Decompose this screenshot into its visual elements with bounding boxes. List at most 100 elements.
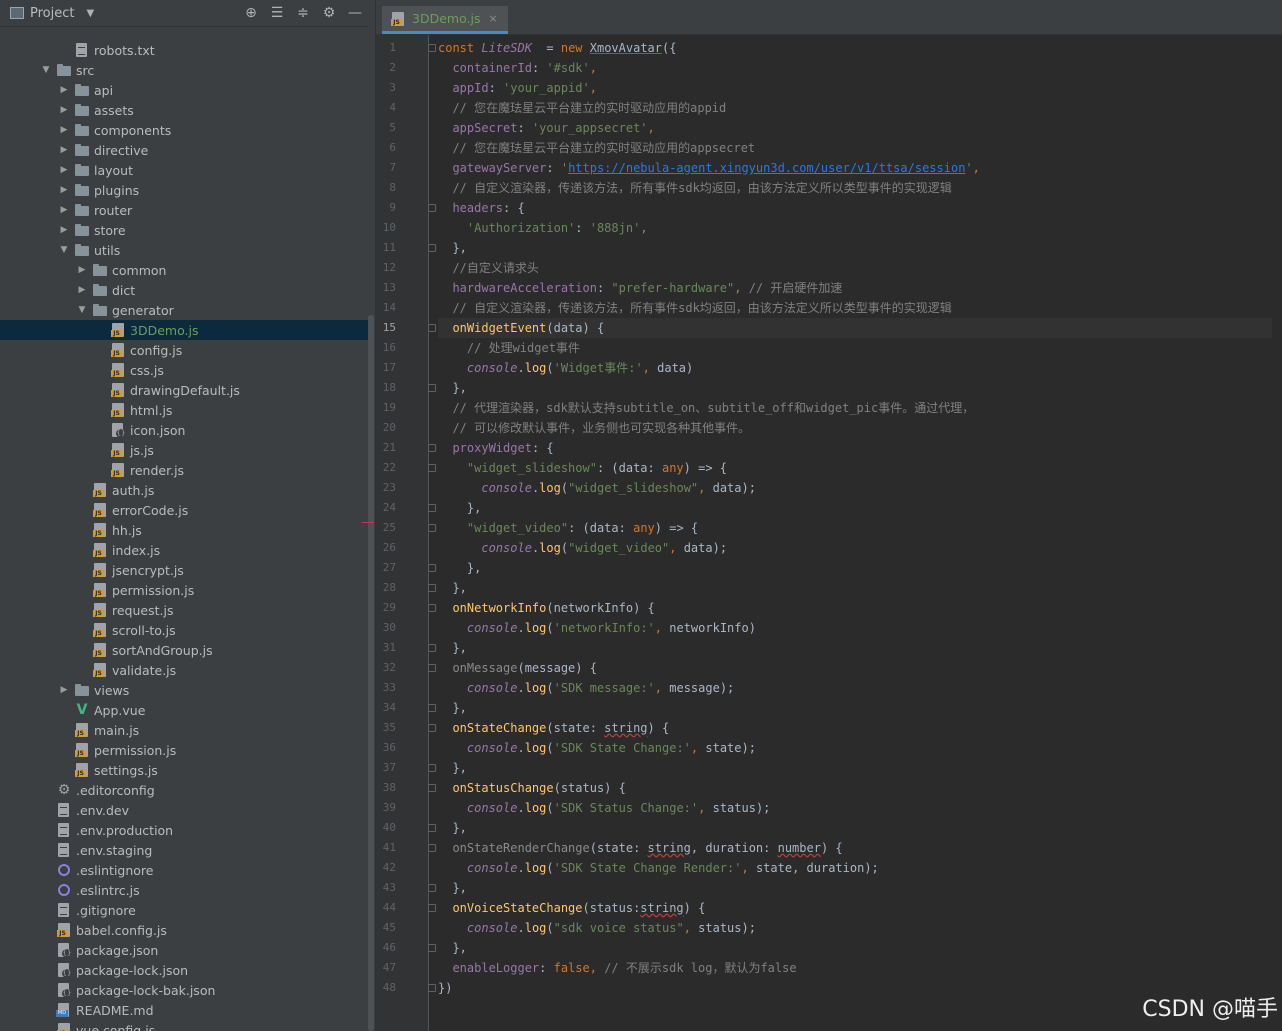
fold-marker-icon[interactable] — [428, 564, 436, 572]
locate-icon[interactable]: ⊕ — [238, 0, 264, 26]
tree-file[interactable]: index.js — [0, 540, 368, 560]
fold-marker-icon[interactable] — [428, 324, 436, 332]
tree-file[interactable]: App.vue — [0, 700, 368, 720]
chevron-down-icon[interactable]: ▼ — [76, 305, 88, 315]
tree-file[interactable]: scroll-to.js — [0, 620, 368, 640]
tree-file[interactable]: babel.config.js — [0, 920, 368, 940]
fold-marker-icon[interactable] — [428, 824, 436, 832]
tree-folder[interactable]: ▼ utils — [0, 240, 368, 260]
tree-file[interactable]: .eslintrc.js — [0, 880, 368, 900]
project-dropdown-icon[interactable]: ▼ — [86, 8, 94, 19]
tree-file[interactable]: main.js — [0, 720, 368, 740]
tree-folder[interactable]: ▶ assets — [0, 100, 368, 120]
code-line[interactable]: }, — [438, 638, 466, 658]
code-line[interactable]: }, — [438, 558, 481, 578]
code-line[interactable]: 'Authorization': '888jn', — [438, 218, 648, 238]
code-line[interactable]: }, — [438, 238, 466, 258]
settings-icon[interactable]: ⚙ — [316, 0, 342, 26]
tree-file[interactable]: package-lock.json — [0, 960, 368, 980]
code-line[interactable]: onMessage(message) { — [438, 658, 597, 678]
tree-file[interactable]: jsencrypt.js — [0, 560, 368, 580]
fold-marker-icon[interactable] — [428, 504, 436, 512]
chevron-down-icon[interactable]: ▼ — [40, 65, 52, 75]
tree-file[interactable]: robots.txt — [0, 40, 368, 60]
code-line[interactable]: // 您在魔珐星云平台建立的实时驱动应用的appid — [438, 98, 726, 118]
tree-file[interactable]: vue.config.js — [0, 1020, 368, 1031]
fold-marker-icon[interactable] — [428, 784, 436, 792]
fold-marker-icon[interactable] — [428, 604, 436, 612]
tree-folder[interactable]: ▶ directive — [0, 140, 368, 160]
code-line[interactable]: console.log('SDK Status Change:', status… — [438, 798, 771, 818]
code-line[interactable]: containerId: '#sdk', — [438, 58, 597, 78]
code-line[interactable]: }) — [438, 978, 452, 998]
code-line[interactable]: headers: { — [438, 198, 524, 218]
fold-marker-icon[interactable] — [428, 584, 436, 592]
tree-file[interactable]: css.js — [0, 360, 368, 380]
chevron-right-icon[interactable]: ▶ — [58, 225, 70, 235]
code-line[interactable]: }, — [438, 498, 481, 518]
code-line[interactable]: console.log("sdk voice status", status); — [438, 918, 756, 938]
code-line[interactable]: enableLogger: false, // 不展示sdk log，默认为fa… — [438, 958, 796, 978]
fold-marker-icon[interactable] — [428, 984, 436, 992]
tree-folder[interactable]: ▶ dict — [0, 280, 368, 300]
chevron-right-icon[interactable]: ▶ — [58, 185, 70, 195]
code-line[interactable]: // 自定义渲染器，传递该方法，所有事件sdk均返回，由该方法定义所以类型事件的… — [438, 298, 951, 318]
tree-file[interactable]: errorCode.js — [0, 500, 368, 520]
fold-marker-icon[interactable] — [428, 204, 436, 212]
code-line[interactable]: }, — [438, 938, 466, 958]
fold-marker-icon[interactable] — [428, 704, 436, 712]
tree-file[interactable]: sortAndGroup.js — [0, 640, 368, 660]
tree-file[interactable]: settings.js — [0, 760, 368, 780]
collapse-all-icon[interactable]: ≑ — [290, 0, 316, 26]
expand-all-icon[interactable]: ☰ — [264, 0, 290, 26]
code-line[interactable]: appSecret: 'your_appsecret', — [438, 118, 654, 138]
code-line[interactable]: onNetworkInfo(networkInfo) { — [438, 598, 654, 618]
tree-folder[interactable]: ▶ views — [0, 680, 368, 700]
chevron-right-icon[interactable]: ▶ — [58, 145, 70, 155]
code-line[interactable]: proxyWidget: { — [438, 438, 553, 458]
tree-folder[interactable]: ▶ router — [0, 200, 368, 220]
fold-marker-icon[interactable] — [428, 384, 436, 392]
code-line[interactable]: }, — [438, 818, 466, 838]
tree-file[interactable]: icon.json — [0, 420, 368, 440]
tree-file[interactable]: drawingDefault.js — [0, 380, 368, 400]
chevron-right-icon[interactable]: ▶ — [76, 265, 88, 275]
code-line[interactable]: console.log("widget_video", data); — [438, 538, 727, 558]
code-line[interactable]: console.log('SDK message:', message); — [438, 678, 734, 698]
code-line[interactable]: }, — [438, 578, 466, 598]
fold-marker-icon[interactable] — [428, 644, 436, 652]
tree-file[interactable]: .env.staging — [0, 840, 368, 860]
tree-file[interactable]: js.js — [0, 440, 368, 460]
tree-file[interactable]: validate.js — [0, 660, 368, 680]
editor-scrollbar[interactable] — [1272, 35, 1282, 1031]
fold-marker-icon[interactable] — [428, 524, 436, 532]
code-line[interactable]: onStateRenderChange(state: string, durat… — [438, 838, 842, 858]
tree-scrollbar[interactable] — [368, 315, 374, 1031]
tree-file[interactable]: auth.js — [0, 480, 368, 500]
code-line[interactable]: console.log('networkInfo:', networkInfo) — [438, 618, 756, 638]
code-line[interactable]: "widget_slideshow": (data: any) => { — [438, 458, 727, 478]
fold-marker-icon[interactable] — [428, 884, 436, 892]
code-line[interactable]: const LiteSDK = new XmovAvatar({ — [438, 38, 676, 58]
tree-file[interactable]: .env.production — [0, 820, 368, 840]
chevron-right-icon[interactable]: ▶ — [58, 685, 70, 695]
code-line[interactable]: // 自定义渲染器，传递该方法，所有事件sdk均返回，由该方法定义所以类型事件的… — [438, 178, 951, 198]
tree-folder[interactable]: ▶ store — [0, 220, 368, 240]
code-line[interactable]: }, — [438, 758, 466, 778]
chevron-right-icon[interactable]: ▶ — [58, 205, 70, 215]
tree-folder[interactable]: ▶ plugins — [0, 180, 368, 200]
tree-file[interactable]: render.js — [0, 460, 368, 480]
tree-file[interactable]: .env.dev — [0, 800, 368, 820]
code-line[interactable]: console.log("widget_slideshow", data); — [438, 478, 756, 498]
code-line[interactable]: // 代理渲染器，sdk默认支持subtitle_on、subtitle_off… — [438, 398, 974, 418]
tree-file[interactable]: permission.js — [0, 580, 368, 600]
fold-marker-icon[interactable] — [428, 844, 436, 852]
code-line[interactable]: appId: 'your_appid', — [438, 78, 597, 98]
code-line[interactable]: onWidgetEvent(data) { — [438, 318, 1282, 338]
tree-file[interactable]: config.js — [0, 340, 368, 360]
tree-file[interactable]: .gitignore — [0, 900, 368, 920]
code-line[interactable]: // 您在魔珐星云平台建立的实时驱动应用的appsecret — [438, 138, 755, 158]
chevron-right-icon[interactable]: ▶ — [76, 285, 88, 295]
tree-folder[interactable]: ▼ src — [0, 60, 368, 80]
code-line[interactable]: // 处理widget事件 — [438, 338, 580, 358]
